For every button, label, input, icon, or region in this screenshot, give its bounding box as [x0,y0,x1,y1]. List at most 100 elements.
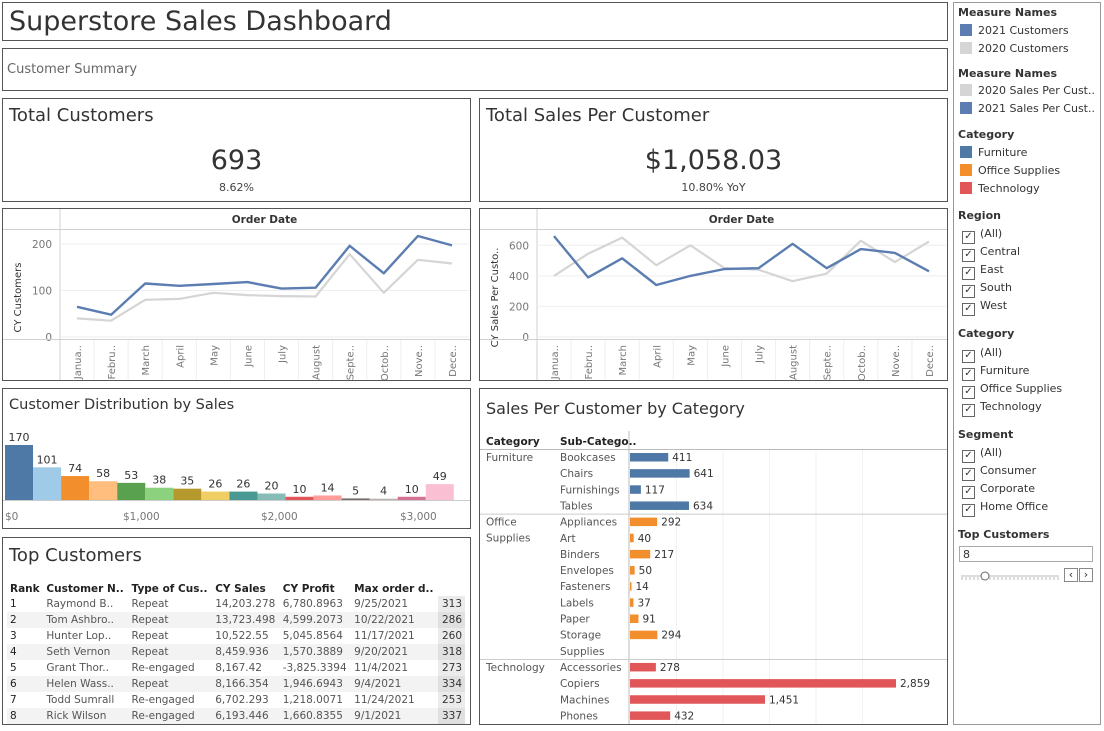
checkbox-checked-icon[interactable]: ✓ [962,350,975,363]
checkbox-checked-icon[interactable]: ✓ [962,386,975,399]
legend-item[interactable]: 2020 Sales Per Cust.. [960,84,1095,100]
legend-swatch [960,84,972,96]
top-customers-input-value: 8 [963,548,970,561]
table-cell: Tom Ashbro.. [43,612,129,628]
table-cell: 14,203.278 [215,598,276,610]
filter-option[interactable]: ✓ East [962,263,1004,280]
slider-prev-button[interactable]: ‹ [1064,568,1078,582]
sales-per-customer-line-chart[interactable]: Order Date CY Sales Per Custo.. 0 200 400 600… [480,209,947,380]
subcategory-label: Labels [560,597,594,609]
filter-option[interactable]: ✓ Office Supplies [962,382,1062,399]
top-customers-input[interactable]: 8 [959,546,1093,562]
legend-item[interactable]: Office Supplies [960,164,1060,180]
filter-option[interactable]: ✓ Furniture [962,364,1029,381]
table-column-header[interactable]: Rank [7,582,43,596]
category-bar [630,566,635,575]
table-row[interactable]: 5 Grant Thor.. Re-engaged 8,167.42 -3,825.33… [7,660,465,676]
checkbox-checked-icon[interactable]: ✓ [962,486,975,499]
legend-item[interactable]: 2021 Sales Per Cust.. [960,102,1095,118]
filter-option[interactable]: ✓ South [962,281,1012,298]
checkbox-checked-icon[interactable]: ✓ [962,231,975,244]
histogram-bar-label: 10 [405,483,419,496]
sales-per-customer-card[interactable]: Total Sales Per Customer $1,058.03 10.80… [479,98,948,202]
histogram-bar [341,498,370,500]
legend-item[interactable]: 2021 Customers [960,24,1069,40]
filter-option[interactable]: ✓ (All) [962,446,1002,463]
filter-option[interactable]: ✓ Home Office [962,500,1048,517]
sales-per-customer-title: Total Sales Per Customer [486,105,710,126]
customers-line-chart[interactable]: Order Date CY Customers 0 100 200 Janua.. Febr… [3,209,470,380]
legend-item[interactable]: Furniture [960,146,1027,162]
x-tick-label: Dece.. [448,345,459,377]
slider-next-button[interactable]: › [1079,568,1093,582]
histogram-bar [397,496,426,500]
table-row[interactable]: 8 Rick Wilson Re-engaged 6,193.446 1,660.835… [7,708,465,724]
histogram-bar-label: 14 [321,481,335,494]
filter-option[interactable]: ✓ Central [962,245,1020,262]
x-tick-label: $1,000 [123,511,160,523]
checkbox-checked-icon[interactable]: ✓ [962,267,975,280]
x-tick-label: Febru.. [584,345,595,380]
column-header-category: Category [486,436,540,448]
checkbox-checked-icon[interactable]: ✓ [962,368,975,381]
histogram-bar [33,467,62,500]
filter-option[interactable]: ✓ (All) [962,346,1002,363]
table-row[interactable]: 7 Todd Sumrall Re-engaged 6,702.293 1,218.00… [7,692,465,708]
category-bar-label: 634 [693,500,713,512]
table-cell: Helen Wass.. [43,676,129,692]
top-customers-slider[interactable] [959,567,1063,581]
checkbox-checked-icon[interactable]: ✓ [962,450,975,463]
subcategory-label: Phones [560,710,598,722]
table-column-header[interactable]: Type of Cus.. [129,582,213,596]
table-row[interactable]: 2 Tom Ashbro.. Repeat 13,723.498 4,599.2073 1… [7,612,465,628]
sales-by-category-panel[interactable]: Sales Per Customer by Category Category S… [479,388,948,725]
checkbox-checked-icon[interactable]: ✓ [962,504,975,517]
y-axis-label: CY Sales Per Custo.. [490,248,501,348]
customer-distribution-panel[interactable]: Customer Distribution by Sales 170 101 74 5… [2,388,471,529]
histogram-bar-label: 10 [293,483,307,496]
checkbox-checked-icon[interactable]: ✓ [962,303,975,316]
checkbox-checked-icon[interactable]: ✓ [962,468,975,481]
table-column-header[interactable]: CY Profit [280,582,351,596]
dashboard-title-panel: Superstore Sales Dashboard [2,2,948,41]
table-column-header[interactable]: Max order d.. [351,582,438,596]
checkbox-checked-icon[interactable]: ✓ [962,249,975,262]
checkbox-checked-icon[interactable]: ✓ [962,285,975,298]
table-row[interactable]: 6 Helen Wass.. Repeat 8,166.354 1,946.6943 9/… [7,676,465,692]
x-tick-label: June [243,345,254,368]
filter-option[interactable]: ✓ Consumer [962,464,1036,481]
sales-per-customer-line-chart-panel[interactable]: Order Date CY Sales Per Custo.. 0 200 400 600… [479,208,948,381]
segment-filter-title: Segment [958,428,1014,441]
table-column-header[interactable]: CY Sales [212,582,280,596]
total-customers-card[interactable]: Total Customers 693 8.62% [2,98,471,202]
table-cell: 1,660.8355 [279,708,352,724]
sales-by-category-chart[interactable]: Category Sub-Catego.. Furniture Bookcases 41… [480,389,947,724]
filter-option[interactable]: ✓ (All) [962,227,1002,244]
filter-option[interactable]: ✓ Corporate [962,482,1035,499]
legend-item[interactable]: 2020 Customers [960,42,1069,58]
top-customers-panel[interactable]: Top Customers Rank Customer N.. Type of Cu… [2,537,471,725]
category-bar-label: 294 [661,630,681,642]
subcategory-label: Copiers [560,678,600,690]
table-cell: 9/4/2021 [351,676,439,692]
category-label: Office [486,517,517,529]
legend-item[interactable]: Technology [960,182,1040,198]
table-column-header[interactable]: Customer N.. [43,582,128,596]
subcategory-label: Storage [560,630,601,642]
filter-option[interactable]: ✓ Technology [962,400,1042,417]
y-tick-label: 0 [45,332,52,344]
table-cell: 8,459.936 [212,644,280,660]
table-column-header[interactable] [438,582,465,596]
table-cell: 9/20/2021 [351,644,439,660]
y-tick-label: 400 [509,271,529,283]
table-row[interactable]: 1 Raymond B.. Repeat 14,203.278 6,780.8963 9/… [7,596,465,612]
table-row[interactable]: 4 Seth Vernon Repeat 8,459.936 1,570.3889 9/2… [7,644,465,660]
table-cell: 1 [10,598,17,610]
filter-option[interactable]: ✓ West [962,299,1007,316]
checkbox-checked-icon[interactable]: ✓ [962,404,975,417]
distribution-histogram[interactable]: 170 101 74 58 53 38 35 26 26 20 10 14 5 4 10 49 $0 $1,000… [3,389,470,528]
customers-line-chart-panel[interactable]: Order Date CY Customers 0 100 200 Janua.. Febr… [2,208,471,381]
table-row[interactable]: 3 Hunter Lop.. Repeat 10,522.55 5,045.8564 11… [7,628,465,644]
x-tick-label: $3,000 [400,511,437,523]
subcategory-label: Furnishings [560,484,620,496]
